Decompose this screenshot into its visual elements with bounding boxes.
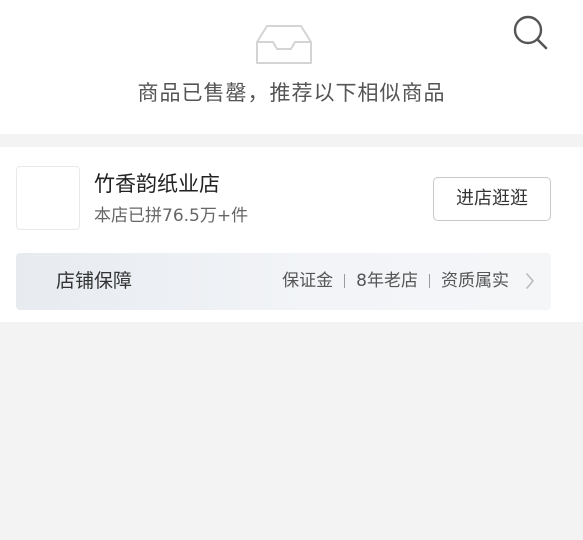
store-logo[interactable] — [16, 166, 80, 230]
guarantee-item-qualification: 资质属实 — [441, 271, 509, 291]
search-icon[interactable] — [511, 13, 549, 51]
chevron-right-icon — [526, 273, 534, 289]
guarantee-divider — [429, 274, 430, 288]
store-guarantee-bar[interactable]: 店铺保障 保证金 8年老店 资质属实 — [16, 253, 551, 310]
visit-store-button[interactable]: 进店逛逛 — [433, 177, 551, 221]
empty-box-icon — [256, 25, 312, 64]
store-card: 竹香韵纸业店 本店已拼76.5万+件 进店逛逛 店铺保障 保证金 8年老店 资质… — [0, 147, 583, 322]
guarantee-title: 店铺保障 — [56, 270, 133, 292]
guarantee-items: 保证金 8年老店 资质属实 — [282, 268, 509, 294]
guarantee-item-store-age: 8年老店 — [356, 271, 418, 291]
guarantee-item-deposit: 保证金 — [282, 271, 334, 291]
soldout-message: 商品已售罄，推荐以下相似商品 — [137, 81, 446, 105]
store-sales-count: 本店已拼76.5万+件 — [94, 206, 249, 226]
soldout-card: 商品已售罄，推荐以下相似商品 — [0, 0, 583, 134]
store-name[interactable]: 竹香韵纸业店 — [94, 169, 220, 199]
guarantee-divider — [344, 274, 346, 288]
